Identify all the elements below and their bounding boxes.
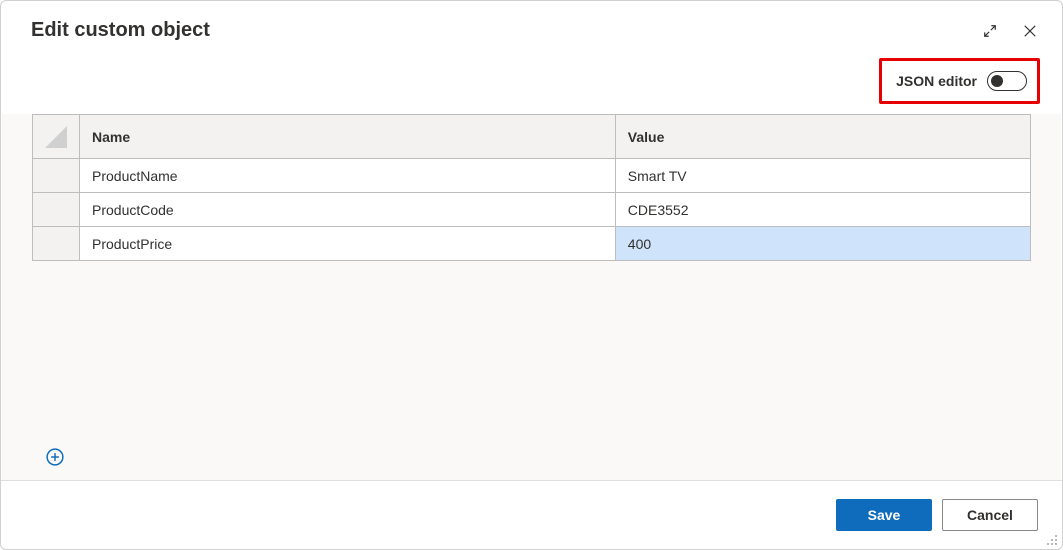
select-all-triangle-icon bbox=[45, 126, 67, 148]
edit-custom-object-dialog: Edit custom object JSON editor bbox=[0, 0, 1063, 550]
close-icon[interactable] bbox=[1022, 23, 1038, 39]
table-row: ProductPrice400 bbox=[33, 227, 1031, 261]
json-editor-toggle[interactable] bbox=[987, 71, 1027, 91]
dialog-header: Edit custom object bbox=[1, 1, 1062, 48]
resize-grip-icon[interactable] bbox=[1046, 533, 1058, 545]
cell-name[interactable]: ProductCode bbox=[80, 193, 616, 227]
header-icons bbox=[982, 23, 1038, 39]
properties-table: Name Value ProductNameSmart TVProductCod… bbox=[32, 114, 1031, 261]
save-button[interactable]: Save bbox=[836, 499, 932, 531]
toolbar-row: JSON editor bbox=[1, 48, 1062, 114]
table-corner-cell[interactable] bbox=[33, 115, 80, 159]
table-wrapper: Name Value ProductNameSmart TVProductCod… bbox=[2, 114, 1061, 480]
table-empty-space bbox=[32, 261, 1031, 438]
row-handle[interactable] bbox=[33, 193, 80, 227]
cell-value[interactable]: CDE3552 bbox=[615, 193, 1030, 227]
cancel-button[interactable]: Cancel bbox=[942, 499, 1038, 531]
cell-name[interactable]: ProductName bbox=[80, 159, 616, 193]
add-row-icon[interactable] bbox=[46, 448, 64, 466]
row-handle[interactable] bbox=[33, 227, 80, 261]
row-handle[interactable] bbox=[33, 159, 80, 193]
toggle-knob bbox=[991, 75, 1003, 87]
cell-value[interactable]: 400 bbox=[615, 227, 1030, 261]
cell-name[interactable]: ProductPrice bbox=[80, 227, 616, 261]
json-editor-toggle-container: JSON editor bbox=[879, 58, 1040, 104]
cell-value[interactable]: Smart TV bbox=[615, 159, 1030, 193]
add-row-bar bbox=[32, 438, 1031, 480]
json-editor-label: JSON editor bbox=[896, 73, 977, 89]
column-header-value[interactable]: Value bbox=[615, 115, 1030, 159]
table-row: ProductNameSmart TV bbox=[33, 159, 1031, 193]
table-row: ProductCodeCDE3552 bbox=[33, 193, 1031, 227]
dialog-footer: Save Cancel bbox=[1, 480, 1062, 549]
column-header-name[interactable]: Name bbox=[80, 115, 616, 159]
dialog-title: Edit custom object bbox=[31, 19, 982, 42]
expand-icon[interactable] bbox=[982, 23, 998, 39]
